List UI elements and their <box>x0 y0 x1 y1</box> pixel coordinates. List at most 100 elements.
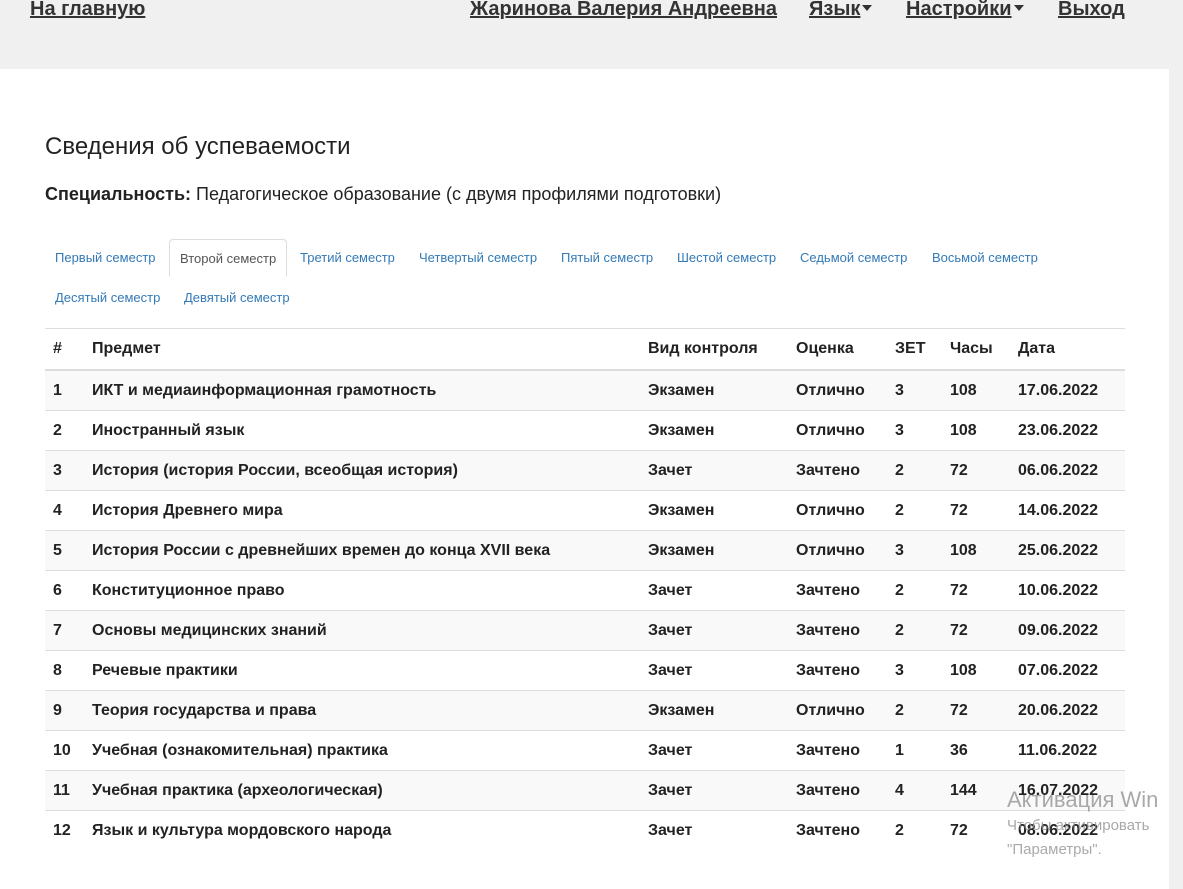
row-date: 16.07.2022 <box>1010 770 1125 811</box>
row-control-type: Зачет <box>640 770 788 811</box>
home-link[interactable]: На главную <box>30 0 145 21</box>
row-hours: 108 <box>942 650 1010 691</box>
tab-semester-6[interactable]: Шестой семестр <box>667 239 786 277</box>
row-subject: ИКТ и медиаинформационная грамотность <box>84 369 640 411</box>
table-row: 3 История (история России, всеобщая исто… <box>45 450 1125 491</box>
row-hours: 144 <box>942 770 1010 811</box>
row-hours: 108 <box>942 410 1010 451</box>
row-hours: 36 <box>942 730 1010 771</box>
row-credits: 2 <box>887 450 942 491</box>
col-credits: ЗЕТ <box>887 328 942 371</box>
row-credits: 4 <box>887 770 942 811</box>
row-credits: 1 <box>887 730 942 771</box>
row-grade: Зачтено <box>788 770 887 811</box>
row-grade: Зачтено <box>788 730 887 771</box>
row-subject: Язык и культура мордовского народа <box>84 810 640 850</box>
table-row: 5 История России с древнейших времен до … <box>45 530 1125 571</box>
table-body: 1 ИКТ и медиаинформационная грамотность … <box>45 369 1125 850</box>
row-credits: 2 <box>887 490 942 531</box>
row-grade: Зачтено <box>788 450 887 491</box>
chevron-down-icon <box>1013 5 1024 12</box>
table-row: 4 История Древнего мира Экзамен Отлично … <box>45 490 1125 531</box>
tab-semester-7[interactable]: Седьмой семестр <box>790 239 917 277</box>
row-date: 11.06.2022 <box>1010 730 1125 771</box>
tab-semester-8[interactable]: Восьмой семестр <box>922 239 1048 277</box>
row-number: 5 <box>45 530 84 571</box>
row-grade: Отлично <box>788 530 887 571</box>
page-title: Сведения об успеваемости <box>45 133 351 160</box>
tab-semester-1[interactable]: Первый семестр <box>45 239 166 277</box>
row-grade: Отлично <box>788 690 887 731</box>
row-control-type: Экзамен <box>640 490 788 531</box>
row-grade: Зачтено <box>788 810 887 850</box>
row-hours: 72 <box>942 810 1010 850</box>
row-number: 11 <box>45 770 84 811</box>
row-subject: Учебная (ознакомительная) практика <box>84 730 640 771</box>
col-date: Дата <box>1010 328 1125 371</box>
row-date: 14.06.2022 <box>1010 490 1125 531</box>
row-subject: История России с древнейших времен до ко… <box>84 530 640 571</box>
table-row: 9 Теория государства и права Экзамен Отл… <box>45 690 1125 731</box>
table-row: 10 Учебная (ознакомительная) практика За… <box>45 730 1125 771</box>
specialty-label: Специальность: <box>45 184 192 204</box>
row-number: 8 <box>45 650 84 691</box>
row-date: 20.06.2022 <box>1010 690 1125 731</box>
tab-semester-3[interactable]: Третий семестр <box>290 239 405 277</box>
row-subject: История Древнего мира <box>84 490 640 531</box>
main-content: Сведения об успеваемости Специальность: … <box>0 69 1169 889</box>
table-row: 7 Основы медицинских знаний Зачет Зачтен… <box>45 610 1125 651</box>
row-grade: Отлично <box>788 410 887 451</box>
row-number: 1 <box>45 369 84 411</box>
row-subject: История (история России, всеобщая истори… <box>84 450 640 491</box>
table-row: 8 Речевые практики Зачет Зачтено 3 108 0… <box>45 650 1125 691</box>
row-control-type: Экзамен <box>640 410 788 451</box>
tab-semester-10[interactable]: Десятый семестр <box>45 279 170 317</box>
row-credits: 2 <box>887 610 942 651</box>
row-credits: 3 <box>887 650 942 691</box>
specialty-line: Специальность: Педагогическое образовани… <box>45 184 721 205</box>
table-row: 2 Иностранный язык Экзамен Отлично 3 108… <box>45 410 1125 451</box>
row-number: 12 <box>45 810 84 850</box>
table-row: 6 Конституционное право Зачет Зачтено 2 … <box>45 570 1125 611</box>
row-subject: Конституционное право <box>84 570 640 611</box>
settings-menu[interactable]: Настройки <box>906 0 1024 21</box>
row-grade: Отлично <box>788 369 887 411</box>
row-credits: 3 <box>887 369 942 411</box>
row-control-type: Экзамен <box>640 530 788 571</box>
language-menu[interactable]: Язык <box>809 0 873 21</box>
table-row: 12 Язык и культура мордовского народа За… <box>45 810 1125 850</box>
row-credits: 2 <box>887 570 942 611</box>
user-name-link[interactable]: Жаринова Валерия Андреевна <box>470 0 777 21</box>
tab-semester-5[interactable]: Пятый семестр <box>551 239 663 277</box>
col-subject: Предмет <box>84 328 640 371</box>
col-number: # <box>45 328 84 371</box>
chevron-down-icon <box>862 5 873 12</box>
row-date: 08.06.2022 <box>1010 810 1125 850</box>
row-hours: 72 <box>942 450 1010 491</box>
row-date: 25.06.2022 <box>1010 530 1125 571</box>
col-hours: Часы <box>942 328 1010 371</box>
row-hours: 108 <box>942 369 1010 411</box>
row-date: 17.06.2022 <box>1010 369 1125 411</box>
row-grade: Зачтено <box>788 570 887 611</box>
row-hours: 72 <box>942 570 1010 611</box>
tab-semester-4[interactable]: Четвертый семестр <box>409 239 547 277</box>
tab-semester-2[interactable]: Второй семестр <box>169 239 288 277</box>
row-credits: 2 <box>887 690 942 731</box>
row-grade: Зачтено <box>788 610 887 651</box>
logout-link[interactable]: Выход <box>1058 0 1125 21</box>
row-hours: 108 <box>942 530 1010 571</box>
tab-semester-9[interactable]: Девятый семестр <box>174 279 300 317</box>
row-control-type: Зачет <box>640 810 788 850</box>
row-grade: Зачтено <box>788 650 887 691</box>
row-grade: Отлично <box>788 490 887 531</box>
row-credits: 3 <box>887 410 942 451</box>
row-date: 09.06.2022 <box>1010 610 1125 651</box>
semester-tabs: Первый семестр Второй семестр Третий сем… <box>45 239 1125 329</box>
row-number: 10 <box>45 730 84 771</box>
row-subject: Учебная практика (археологическая) <box>84 770 640 811</box>
table-row: 11 Учебная практика (археологическая) За… <box>45 770 1125 811</box>
row-number: 3 <box>45 450 84 491</box>
specialty-value: Педагогическое образование (с двумя проф… <box>191 184 722 204</box>
col-control-type: Вид контроля <box>640 328 788 371</box>
